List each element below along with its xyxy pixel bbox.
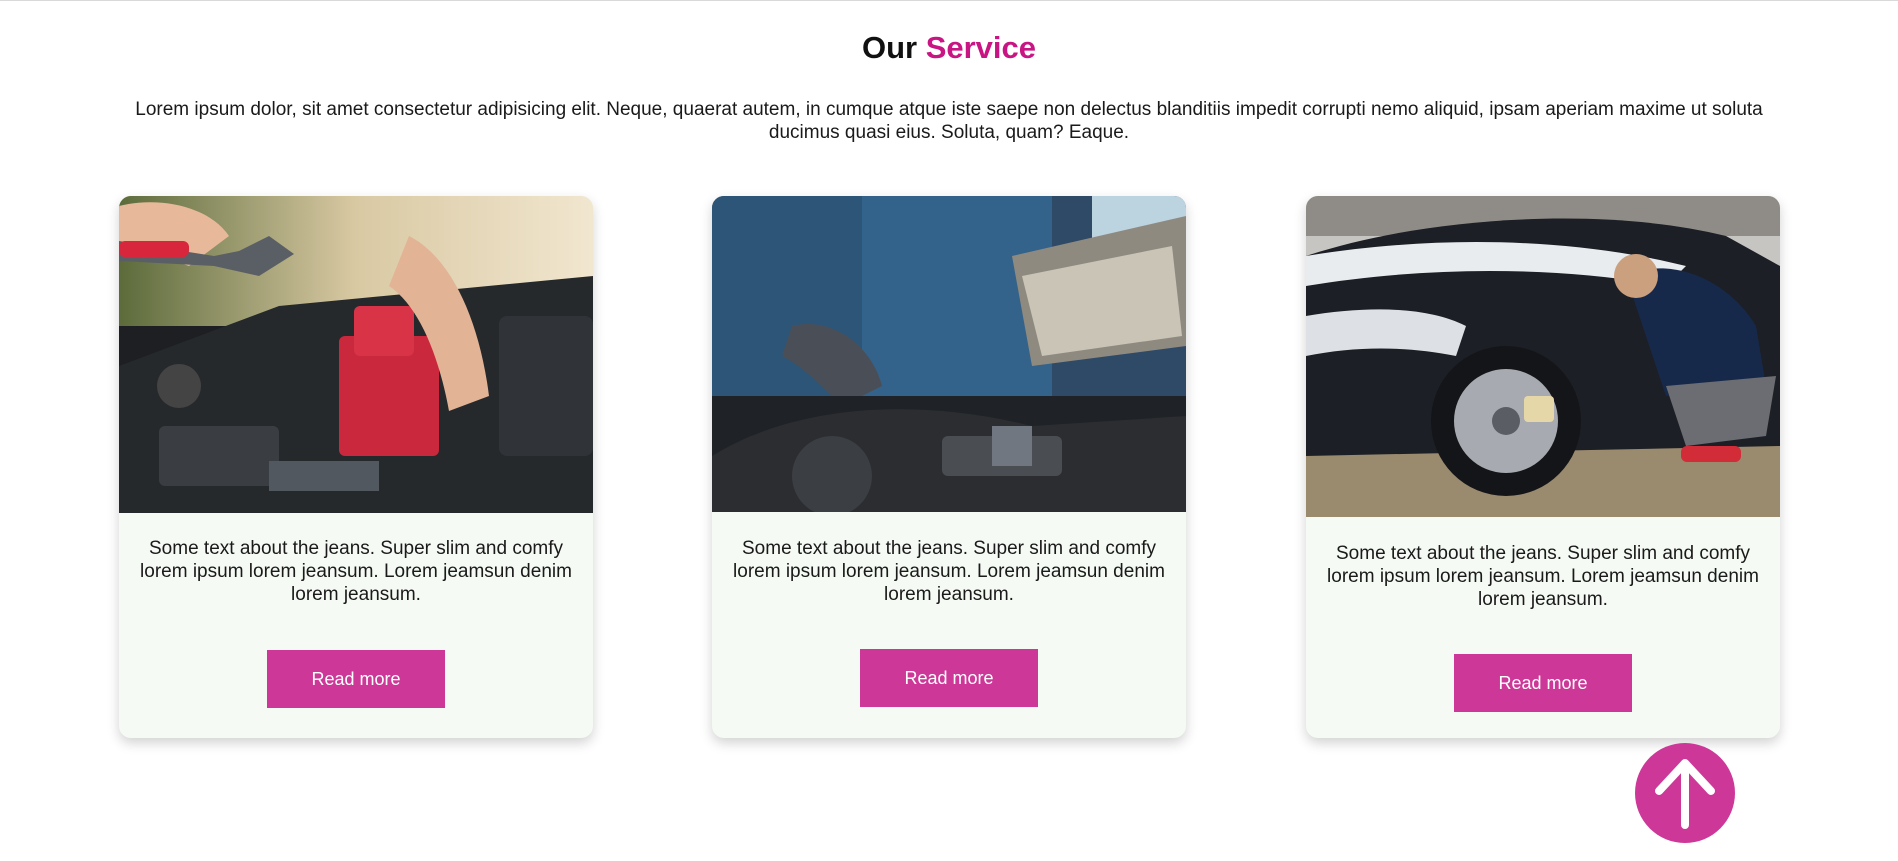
section-title-main: Our — [861, 30, 918, 65]
read-more-button[interactable]: Read more — [1454, 654, 1632, 712]
section-title-accent: Service — [925, 30, 1037, 65]
section-intro: Lorem ipsum dolor, sit amet consectetur … — [135, 99, 1763, 143]
car-wash-image — [1306, 196, 1780, 517]
card-text: Some text about the jeans. Super slim an… — [733, 538, 1165, 605]
section-title: Our Service — [0, 30, 1898, 66]
read-more-button[interactable]: Read more — [267, 650, 445, 708]
service-card-2: Some text about the jeans. Super slim an… — [712, 196, 1186, 738]
card-text: Some text about the jeans. Super slim an… — [140, 538, 572, 605]
read-more-button[interactable]: Read more — [860, 649, 1038, 707]
engine-diagnostics-laptop-image — [712, 196, 1186, 512]
scroll-to-top-button[interactable] — [1635, 743, 1735, 843]
top-divider — [0, 0, 1898, 1]
service-card-1: Some text about the jeans. Super slim an… — [119, 196, 593, 738]
arrow-up-icon — [1635, 743, 1735, 843]
car-battery-repair-image — [119, 196, 593, 513]
service-card-3: Some text about the jeans. Super slim an… — [1306, 196, 1780, 738]
card-text: Some text about the jeans. Super slim an… — [1327, 543, 1759, 610]
